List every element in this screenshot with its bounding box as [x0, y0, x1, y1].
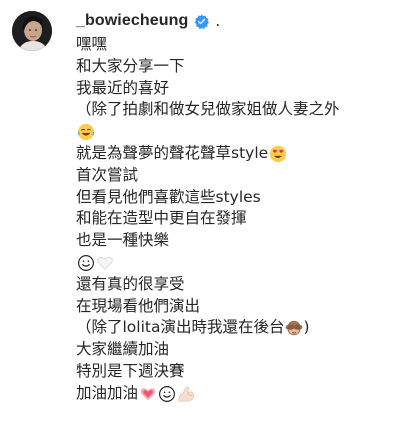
- caption-line: 嘿嘿: [76, 35, 108, 53]
- caption-line: [76, 121, 396, 143]
- caption-line: 還有真的很享受: [76, 274, 185, 293]
- caption-line: 加油加油: [76, 383, 396, 405]
- see-no-evil-monkey-emoji: [285, 319, 303, 337]
- verified-badge-icon: [194, 13, 210, 29]
- avatar[interactable]: [12, 11, 52, 51]
- smiling-face-emoji: [158, 385, 176, 403]
- caption-line: 就是為聲夢的聲花聲草style: [76, 143, 396, 165]
- caption-line: 但看見他們喜歡這些styles: [76, 187, 261, 206]
- caption-line: 首次嘗試: [76, 165, 139, 184]
- smiling-face-emoji: [77, 254, 95, 272]
- post-header: _bowiecheung .: [76, 10, 220, 32]
- caption-line: 和大家分享一下: [76, 56, 185, 75]
- caption-line: 在現場看他們演出: [76, 296, 201, 315]
- caption-line: 特別是下週決賽: [76, 361, 185, 380]
- caption-line: 和能在造型中更自在發揮: [76, 209, 247, 228]
- caption-line: 大家繼續加油: [76, 340, 170, 359]
- flexed-biceps-emoji: [177, 385, 195, 403]
- caption-line: 也是一種快樂: [76, 231, 170, 250]
- username-link[interactable]: _bowiecheung: [76, 12, 188, 30]
- smiling-face-with-heart-eyes-emoji: [269, 145, 287, 163]
- white-heart-emoji: [96, 254, 114, 272]
- growing-heart-emoji: [139, 385, 157, 403]
- caption-line: [76, 252, 396, 274]
- caption-line: （除了拍劇和做女兒做家姐做人妻之外: [76, 100, 340, 119]
- instagram-post: _bowiecheung . 嘿嘿 和大家分享一下 我最近的喜好 （除了拍劇和做…: [0, 0, 403, 427]
- face-with-tears-of-joy-emoji: [77, 123, 95, 141]
- caption-line: 我最近的喜好: [76, 78, 170, 97]
- post-caption: 嘿嘿 和大家分享一下 我最近的喜好 （除了拍劇和做女兒做家姐做人妻之外 就是為聲…: [76, 34, 396, 405]
- header-separator: .: [215, 12, 221, 30]
- caption-line: （除了lolita演出時我還在後台 ): [76, 318, 310, 337]
